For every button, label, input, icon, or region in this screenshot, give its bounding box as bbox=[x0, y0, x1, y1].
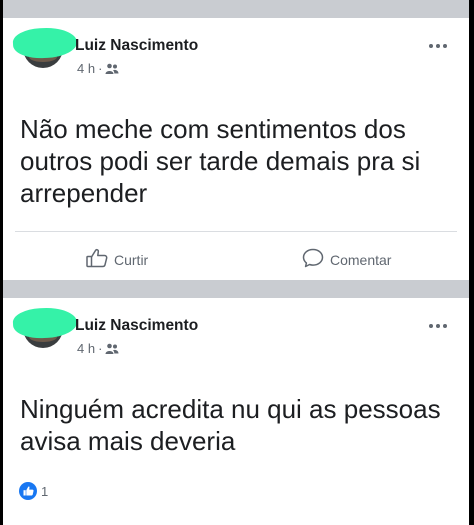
author-name[interactable]: Luiz Nascimento bbox=[75, 317, 198, 335]
avatar[interactable] bbox=[12, 26, 78, 68]
action-bar: Curtir Comentar bbox=[3, 244, 469, 274]
like-button[interactable]: Curtir bbox=[86, 248, 148, 271]
post-text: Não meche com sentimentos dos outros pod… bbox=[20, 114, 421, 208]
author-name[interactable]: Luiz Nascimento bbox=[75, 37, 198, 55]
more-options-icon[interactable] bbox=[429, 324, 447, 328]
post-card: Luiz Nascimento 4 h · Não meche com sent… bbox=[3, 18, 469, 280]
like-label: Curtir bbox=[114, 251, 149, 268]
feed: Luiz Nascimento 4 h · Não meche com sent… bbox=[3, 0, 469, 525]
reaction-count: 1 bbox=[41, 483, 49, 499]
comment-button[interactable]: Comentar bbox=[302, 248, 391, 271]
reaction-summary[interactable]: 1 bbox=[19, 482, 48, 500]
post-time[interactable]: 4 h bbox=[77, 341, 95, 356]
comment-label: Comentar bbox=[330, 251, 392, 268]
avatar[interactable] bbox=[12, 306, 78, 348]
redaction-mark bbox=[12, 306, 78, 340]
friends-icon bbox=[105, 343, 119, 355]
redaction-mark bbox=[12, 26, 78, 60]
post-text: Ninguém acredita nu qui as pessoas avisa… bbox=[20, 394, 441, 456]
post-card: Luiz Nascimento 4 h · Ninguém acredita n… bbox=[3, 298, 469, 525]
post-meta: 4 h · bbox=[77, 341, 119, 356]
thumbs-up-icon bbox=[86, 248, 108, 271]
meta-separator: · bbox=[98, 61, 103, 76]
meta-separator: · bbox=[98, 341, 103, 356]
speech-bubble-icon bbox=[302, 248, 324, 271]
post-meta: 4 h · bbox=[77, 61, 119, 76]
more-options-icon[interactable] bbox=[429, 44, 447, 48]
post-time[interactable]: 4 h bbox=[77, 61, 95, 76]
like-reaction-icon bbox=[19, 482, 37, 500]
divider bbox=[15, 231, 457, 232]
friends-icon bbox=[105, 63, 119, 75]
